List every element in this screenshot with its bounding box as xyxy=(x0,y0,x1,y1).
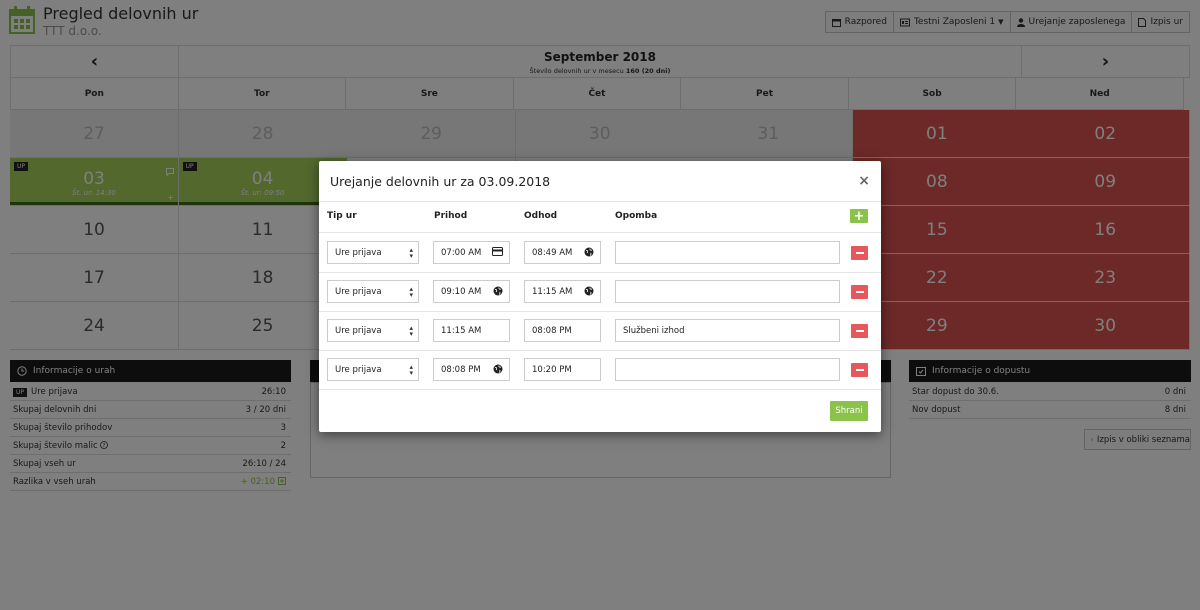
departure-time-value: 10:20 PM xyxy=(532,364,572,375)
minus-icon xyxy=(855,252,864,254)
edit-hours-modal: Urejanje delovnih ur za 03.09.2018 × Tip… xyxy=(319,161,881,432)
arrival-time-value: 09:10 AM xyxy=(441,286,482,297)
card-icon xyxy=(492,247,503,259)
row-divider xyxy=(319,389,881,390)
modal-title: Urejanje delovnih ur za 03.09.2018 xyxy=(330,174,551,189)
remove-row-button[interactable] xyxy=(851,246,868,260)
note-value: Službeni izhod xyxy=(623,325,685,336)
arrival-time-input[interactable]: 08:08 PM xyxy=(433,358,510,381)
close-icon[interactable]: × xyxy=(858,173,870,189)
arrival-time-input[interactable]: 09:10 AM xyxy=(433,280,510,303)
hours-type-select[interactable]: Ure prijava ▴ ▾ xyxy=(327,280,419,303)
updown-icon: ▴ ▾ xyxy=(409,363,413,377)
remove-row-button[interactable] xyxy=(851,285,868,299)
globe-icon xyxy=(493,286,503,299)
globe-icon xyxy=(493,364,503,377)
hours-type-select[interactable]: Ure prijava ▴ ▾ xyxy=(327,358,419,381)
departure-time-value: 08:49 AM xyxy=(532,247,573,258)
globe-icon xyxy=(584,286,594,299)
modal-divider xyxy=(319,201,881,202)
col-arrival: Prihod xyxy=(434,211,468,221)
minus-icon xyxy=(855,330,864,332)
departure-time-value: 11:15 AM xyxy=(532,286,573,297)
arrival-time-value: 11:15 AM xyxy=(441,325,482,336)
save-button[interactable]: Shrani xyxy=(830,401,868,421)
arrival-time-input[interactable]: 07:00 AM xyxy=(433,241,510,264)
departure-time-value: 08:08 PM xyxy=(532,325,572,336)
updown-icon: ▴ ▾ xyxy=(409,246,413,260)
row-divider xyxy=(319,311,881,312)
remove-row-button[interactable] xyxy=(851,363,868,377)
note-input[interactable]: Službeni izhod xyxy=(615,319,840,342)
departure-time-input[interactable]: 08:08 PM xyxy=(524,319,601,342)
add-row-button[interactable]: + xyxy=(850,209,868,224)
col-departure: Odhod xyxy=(524,211,558,221)
arrival-time-value: 08:08 PM xyxy=(441,364,481,375)
arrival-time-input[interactable]: 11:15 AM xyxy=(433,319,510,342)
arrival-time-value: 07:00 AM xyxy=(441,247,482,258)
note-input[interactable] xyxy=(615,280,840,303)
minus-icon xyxy=(855,369,864,371)
note-input[interactable] xyxy=(615,358,840,381)
departure-time-input[interactable]: 08:49 AM xyxy=(524,241,601,264)
row-divider xyxy=(319,272,881,273)
hours-type-select[interactable]: Ure prijava ▴ ▾ xyxy=(327,319,419,342)
departure-time-input[interactable]: 10:20 PM xyxy=(524,358,601,381)
select-value: Ure prijava xyxy=(335,325,382,336)
select-value: Ure prijava xyxy=(335,364,382,375)
row-divider xyxy=(319,350,881,351)
col-note: Opomba xyxy=(615,211,658,221)
globe-icon xyxy=(584,247,594,260)
remove-row-button[interactable] xyxy=(851,324,868,338)
modal-table-divider xyxy=(319,232,881,233)
minus-icon xyxy=(855,291,864,293)
col-type: Tip ur xyxy=(327,211,357,221)
departure-time-input[interactable]: 11:15 AM xyxy=(524,280,601,303)
note-input[interactable] xyxy=(615,241,840,264)
select-value: Ure prijava xyxy=(335,247,382,258)
updown-icon: ▴ ▾ xyxy=(409,285,413,299)
hours-type-select[interactable]: Ure prijava ▴ ▾ xyxy=(327,241,419,264)
select-value: Ure prijava xyxy=(335,286,382,297)
updown-icon: ▴ ▾ xyxy=(409,324,413,338)
